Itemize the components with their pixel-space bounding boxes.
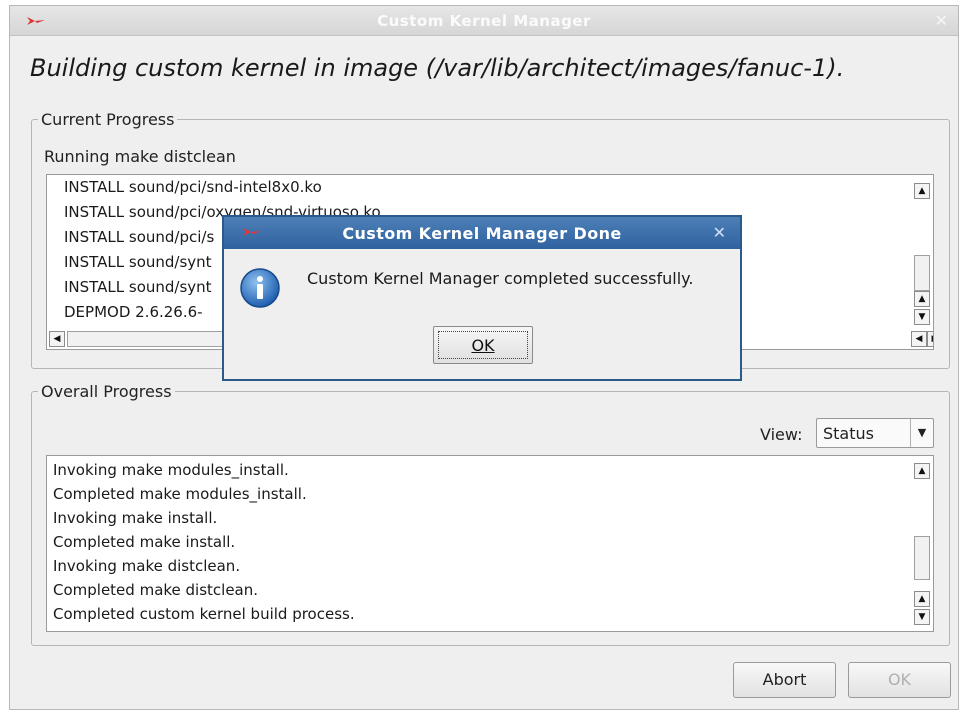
scroll-left-icon[interactable]: ◀ [911, 331, 927, 347]
ok-button-disabled[interactable]: OK [848, 662, 951, 698]
overall-log-textbox[interactable]: Invoking make modules_install. Completed… [46, 455, 934, 632]
log-line: INSTALL sound/pci/s [64, 228, 215, 246]
title-bar[interactable]: Custom Kernel Manager ✕ [10, 6, 958, 36]
scroll-up-icon[interactable]: ▲ [914, 291, 930, 307]
log-line: INSTALL sound/synt [64, 253, 212, 271]
done-dialog: Custom Kernel Manager Done ✕ Custom Kern… [222, 215, 742, 381]
overall-log-line: Invoking make distclean. [53, 557, 241, 575]
overall-log-line: Completed make distclean. [53, 581, 259, 599]
overall-log-line: Completed make modules_install. [53, 485, 307, 503]
dialog-title: Custom Kernel Manager Done [342, 224, 622, 243]
log-line: INSTALL sound/synt [64, 278, 212, 296]
window-title: Custom Kernel Manager [377, 12, 591, 30]
dialog-title-bar[interactable]: Custom Kernel Manager Done ✕ [224, 217, 740, 249]
dialog-message: Custom Kernel Manager completed successf… [307, 269, 694, 288]
view-select-value: Status [823, 424, 874, 443]
close-icon[interactable]: ✕ [935, 11, 948, 30]
dialog-ok-label: OK [438, 331, 528, 359]
overall-log-line: Completed custom kernel build process. [53, 605, 355, 623]
view-label: View: [760, 425, 803, 444]
scroll-up-icon[interactable]: ▲ [914, 183, 930, 199]
view-select[interactable]: Status ▼ [816, 418, 934, 448]
scroll-right-icon[interactable]: ▶ [927, 331, 933, 347]
close-icon[interactable]: ✕ [713, 223, 726, 242]
chevron-down-icon[interactable]: ▼ [910, 419, 933, 447]
build-log-vertical-scrollbar[interactable]: ▲ ▲ ▼ [913, 177, 931, 347]
current-progress-legend: Current Progress [41, 110, 175, 129]
scroll-thumb[interactable] [914, 536, 930, 580]
overall-log-line: Invoking make modules_install. [53, 461, 289, 479]
info-icon [240, 268, 280, 308]
scroll-up-icon[interactable]: ▲ [914, 463, 930, 479]
overall-log-vertical-scrollbar[interactable]: ▲ ▲ ▼ [913, 458, 931, 629]
page-heading: Building custom kernel in image (/var/li… [30, 54, 845, 82]
overall-log-line: Invoking make install. [53, 509, 218, 527]
scroll-up-icon[interactable]: ▲ [914, 591, 930, 607]
overall-log-line: Completed make install. [53, 533, 236, 551]
log-line: INSTALL sound/pci/snd-intel8x0.ko [64, 178, 322, 196]
scroll-left-icon[interactable]: ◀ [49, 331, 65, 347]
log-line: DEPMOD 2.6.26.6- [64, 303, 203, 321]
scroll-down-icon[interactable]: ▼ [914, 609, 930, 625]
scroll-down-icon[interactable]: ▼ [914, 309, 930, 325]
abort-button[interactable]: Abort [733, 662, 836, 698]
current-status-label: Running make distclean [44, 147, 236, 166]
overall-progress-legend: Overall Progress [41, 382, 172, 401]
dialog-ok-button[interactable]: OK [433, 326, 533, 364]
scroll-thumb[interactable] [914, 255, 930, 291]
